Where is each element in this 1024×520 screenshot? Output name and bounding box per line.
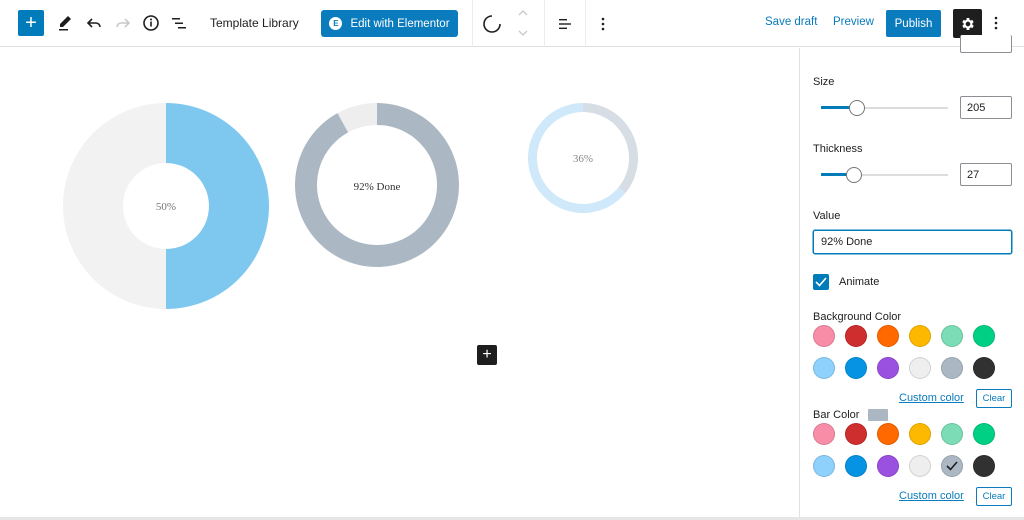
bar-custom-color-link[interactable]: Custom color — [899, 490, 964, 502]
chart-label: 50% — [156, 201, 176, 213]
chart-background-arc — [63, 103, 166, 309]
bar-color-palette — [813, 423, 995, 477]
thickness-slider[interactable] — [821, 166, 948, 184]
template-library-link[interactable]: Template Library — [210, 16, 299, 30]
bar-color-swatch[interactable] — [845, 423, 867, 445]
previous-number-input[interactable] — [960, 35, 1012, 53]
bar-clear-button[interactable]: Clear — [976, 487, 1012, 506]
info-icon — [143, 15, 159, 31]
checkmark-icon — [815, 277, 827, 287]
editor-canvas: 50% 92% Done 36% + — [0, 48, 799, 518]
background-color-swatch[interactable] — [845, 357, 867, 379]
background-color-swatch[interactable] — [973, 357, 995, 379]
animate-checkbox[interactable] — [813, 274, 829, 290]
chart-bar-arc — [583, 103, 638, 194]
details-button[interactable] — [138, 10, 164, 36]
pencil-icon — [59, 16, 71, 31]
bar-color-swatch[interactable] — [973, 423, 995, 445]
thickness-number-input[interactable]: 27 — [960, 163, 1012, 186]
background-color-swatch[interactable] — [877, 357, 899, 379]
publish-button[interactable]: Publish — [886, 10, 941, 37]
chart-label: 92% Done — [354, 181, 401, 193]
toolbar-divider — [585, 0, 586, 47]
value-input[interactable]: 92% Done — [813, 230, 1012, 254]
bar-color-swatch[interactable] — [813, 423, 835, 445]
chart-bar-arc — [166, 103, 269, 309]
edit-with-elementor-label: Edit with Elementor — [350, 17, 450, 30]
thickness-label: Thickness — [813, 143, 863, 155]
bar-color-swatch[interactable] — [909, 423, 931, 445]
background-color-swatch[interactable] — [941, 357, 963, 379]
more-vertical-icon — [601, 17, 605, 31]
background-color-swatch[interactable] — [973, 325, 995, 347]
bar-color-indicator — [868, 409, 888, 421]
background-clear-button[interactable]: Clear — [976, 389, 1012, 408]
size-slider[interactable] — [821, 99, 948, 117]
plus-icon: + — [25, 12, 37, 34]
progress-charts: 50% 92% Done 36% — [63, 103, 638, 309]
bar-color-swatch[interactable] — [877, 455, 899, 477]
edit-with-elementor-button[interactable]: E Edit with Elementor — [321, 10, 458, 37]
chart-label: 36% — [573, 153, 593, 165]
elementor-logo-icon: E — [329, 17, 343, 30]
checkmark-icon — [946, 461, 958, 471]
size-label: Size — [813, 76, 835, 88]
background-color-swatch[interactable] — [813, 325, 835, 347]
move-down-button[interactable] — [514, 25, 532, 41]
list-view-button[interactable] — [166, 10, 192, 36]
options-menu-button[interactable] — [989, 10, 1003, 36]
add-block-button[interactable]: + — [18, 10, 44, 36]
move-up-button[interactable] — [514, 5, 532, 21]
bar-color-swatch[interactable] — [877, 423, 899, 445]
gear-icon — [961, 17, 974, 30]
background-color-label: Background Color — [813, 311, 902, 323]
progress-chart-50[interactable]: 50% — [63, 103, 269, 309]
block-options-button[interactable] — [594, 12, 612, 36]
background-color-swatch[interactable] — [877, 325, 899, 347]
preview-button[interactable]: Preview — [833, 16, 874, 28]
background-color-swatch[interactable] — [941, 325, 963, 347]
bar-color-swatch[interactable] — [845, 455, 867, 477]
size-number-input[interactable]: 205 — [960, 96, 1012, 119]
background-color-palette — [813, 325, 995, 379]
block-type-button[interactable] — [478, 10, 506, 38]
background-color-swatch[interactable] — [909, 325, 931, 347]
plus-icon: + — [482, 346, 492, 363]
settings-button[interactable] — [953, 9, 982, 38]
progress-chart-36[interactable]: 36% — [527, 103, 638, 213]
bar-color-swatch[interactable] — [813, 455, 835, 477]
slider-thumb[interactable] — [849, 100, 865, 116]
background-color-swatch[interactable] — [813, 357, 835, 379]
redo-icon — [116, 18, 131, 28]
more-vertical-icon — [994, 16, 998, 30]
undo-button[interactable] — [81, 10, 107, 36]
add-block-inline-button[interactable]: + — [477, 345, 497, 365]
save-draft-button[interactable]: Save draft — [765, 16, 817, 28]
background-custom-color-link[interactable]: Custom color — [899, 392, 964, 404]
slider-thumb[interactable] — [846, 167, 862, 183]
align-left-icon — [559, 19, 571, 29]
chevron-down-icon — [518, 30, 528, 36]
bar-color-swatch[interactable] — [909, 455, 931, 477]
bar-color-swatch[interactable] — [941, 455, 963, 477]
bar-color-label: Bar Color — [813, 409, 860, 421]
tools-button[interactable] — [52, 10, 78, 36]
block-settings-sidebar: Size 205 Thickness 27 Value 92% Done Ani… — [799, 35, 1024, 518]
background-color-swatch[interactable] — [845, 325, 867, 347]
value-label: Value — [813, 210, 841, 222]
editor-header: + Template Library E Edit with Elementor… — [0, 0, 1024, 47]
undo-icon — [86, 18, 101, 28]
list-view-icon — [172, 18, 186, 29]
bar-color-swatch[interactable] — [973, 455, 995, 477]
toolbar-divider — [544, 0, 545, 47]
spinner-icon — [483, 15, 501, 33]
align-button[interactable] — [553, 12, 577, 36]
toolbar-divider — [472, 0, 473, 47]
animate-label: Animate — [839, 276, 880, 288]
progress-chart-92[interactable]: 92% Done — [294, 103, 459, 267]
chevron-up-icon — [518, 10, 528, 16]
background-color-swatch[interactable] — [909, 357, 931, 379]
bar-color-swatch[interactable] — [941, 423, 963, 445]
redo-button[interactable] — [110, 10, 136, 36]
